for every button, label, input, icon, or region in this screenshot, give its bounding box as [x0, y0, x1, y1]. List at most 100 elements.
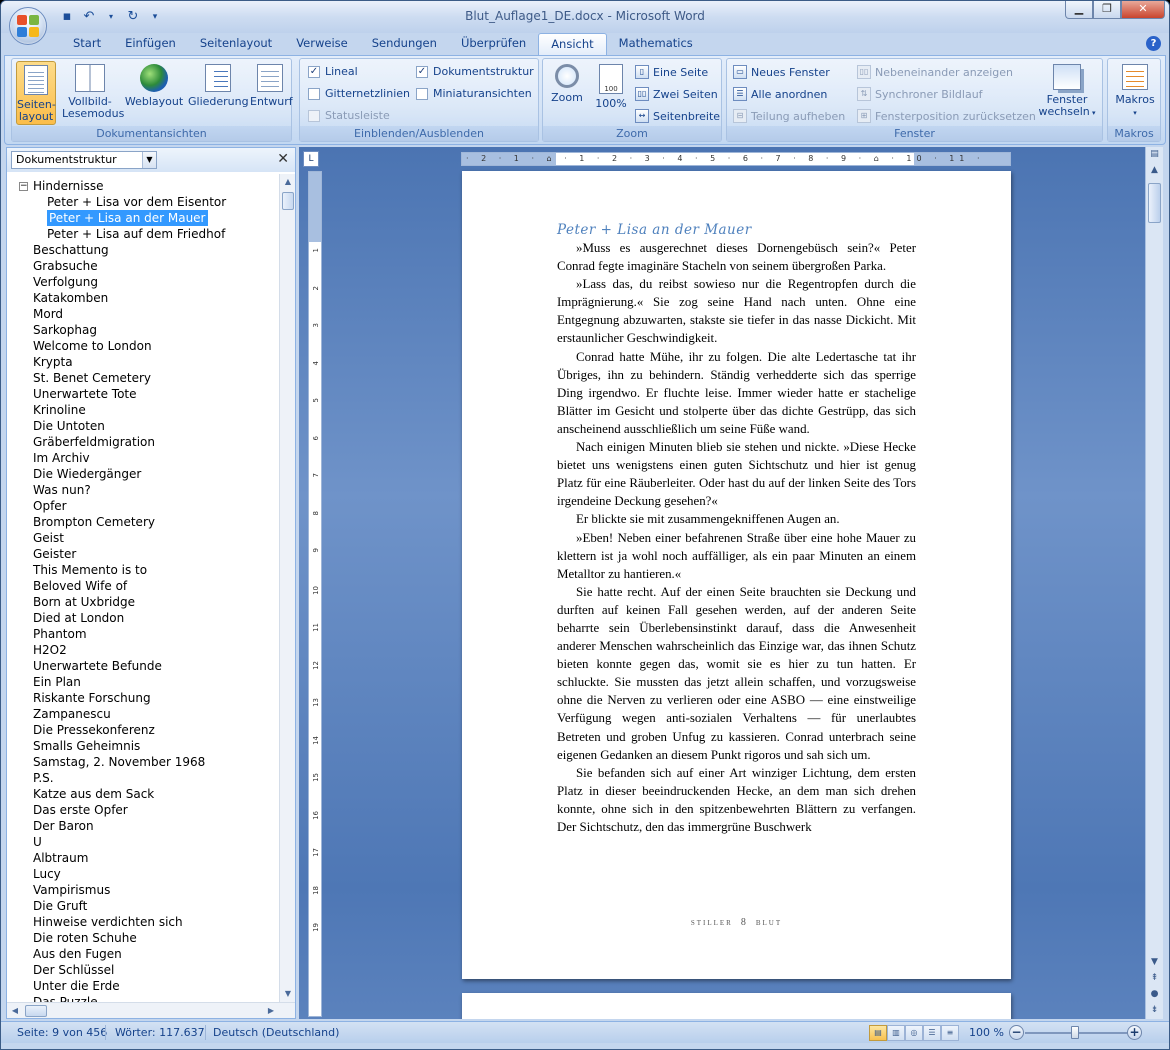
tab-verweise[interactable]: Verweise: [284, 33, 360, 55]
tree-item-heading[interactable]: Das erste Opfer: [33, 802, 128, 818]
document-page[interactable]: Peter + Lisa an der Mauer »Muss es ausge…: [462, 171, 1011, 979]
scroll-thumb[interactable]: [282, 192, 294, 210]
zoom-slider-knob[interactable]: [1071, 1026, 1079, 1039]
tree-item-heading[interactable]: Vampirismus: [33, 882, 110, 898]
tree-item-heading[interactable]: Unter die Erde: [33, 978, 120, 994]
document-vertical-scrollbar[interactable]: ▤ ▲ ▼ ⇞ ● ⇟: [1145, 147, 1163, 1019]
paragraph[interactable]: Er blickte sie mit zusammengekniffenen A…: [557, 510, 916, 528]
reading-view-icon[interactable]: ▥: [887, 1025, 905, 1041]
new-window-button[interactable]: ▭ Neues Fenster: [733, 65, 830, 79]
tree-item-heading[interactable]: Riskante Forschung: [33, 690, 151, 706]
next-page[interactable]: [462, 993, 1011, 1019]
scroll-right-icon[interactable]: ▶: [263, 1003, 279, 1019]
vertical-ruler[interactable]: 1 2 3 4 5 6 7 8 9 10 11 12 13 14 15 16 17 18 19: [308, 171, 322, 1017]
view-ruler-toggle-icon[interactable]: ▤: [1146, 147, 1163, 162]
tree-item-heading[interactable]: Hindernisse: [33, 178, 104, 194]
tree-item-heading[interactable]: Lucy: [33, 866, 61, 882]
browse-object-icon[interactable]: ●: [1146, 987, 1163, 1002]
chapter-heading[interactable]: Peter + Lisa an der Mauer: [557, 222, 752, 238]
zoom-in-icon[interactable]: +: [1127, 1025, 1142, 1040]
tree-item-heading[interactable]: Welcome to London: [33, 338, 152, 354]
zoom-out-icon[interactable]: −: [1009, 1025, 1024, 1040]
tree-item-heading[interactable]: Was nun?: [33, 482, 91, 498]
tab-ansicht[interactable]: Ansicht: [538, 33, 607, 55]
horizontal-scroll-thumb[interactable]: [25, 1005, 47, 1017]
tree-item-heading[interactable]: Phantom: [33, 626, 87, 642]
tree-item-heading[interactable]: Aus den Fugen: [33, 946, 122, 962]
tree-item-heading[interactable]: Died at London: [33, 610, 124, 626]
word-count[interactable]: Wörter: 117.637: [115, 1026, 205, 1039]
tree-item-heading[interactable]: Die roten Schuhe: [33, 930, 137, 946]
tree-item-heading[interactable]: Smalls Geheimnis: [33, 738, 140, 754]
scroll-up-icon[interactable]: ▲: [280, 174, 296, 190]
close-button[interactable]: ✕: [1121, 1, 1165, 19]
outline-view-icon[interactable]: ☰: [923, 1025, 941, 1041]
thumbnails-checkbox[interactable]: Miniaturansichten: [416, 87, 532, 100]
pane-horizontal-scrollbar[interactable]: ◀ ▶: [7, 1002, 295, 1018]
next-page-icon[interactable]: ⇟: [1146, 1003, 1163, 1018]
tree-item-heading[interactable]: Born at Uxbridge: [33, 594, 135, 610]
tree-item-heading[interactable]: Mord: [33, 306, 63, 322]
tree-item-heading[interactable]: Die Untoten: [33, 418, 105, 434]
pane-type-select[interactable]: Dokumentstruktur ▼: [11, 151, 157, 169]
tree-item-heading[interactable]: H2O2: [33, 642, 67, 658]
outline-button[interactable]: Gliederung: [188, 61, 249, 125]
scroll-down-icon[interactable]: ▼: [1146, 955, 1163, 970]
pane-vertical-scrollbar[interactable]: ▲ ▼: [279, 174, 295, 1002]
draft-view-icon[interactable]: ≡: [941, 1025, 959, 1041]
paragraph[interactable]: Sie hatte recht. Auf der einen Seite bra…: [557, 583, 916, 764]
tab-selector-icon[interactable]: L: [303, 151, 319, 167]
tree-item-heading[interactable]: Krinoline: [33, 402, 86, 418]
switch-windows-button[interactable]: Fenster wechseln ▾: [1037, 61, 1097, 125]
tab-sendungen[interactable]: Sendungen: [360, 33, 449, 55]
minimize-button[interactable]: ▁: [1065, 1, 1093, 19]
tree-item-heading[interactable]: Ein Plan: [33, 674, 81, 690]
paragraph[interactable]: »Lass das, du reibst sowieso nur die Reg…: [557, 275, 916, 347]
paragraph[interactable]: »Eben! Neben einer befahrenen Straße übe…: [557, 529, 916, 583]
tree-item-heading[interactable]: Geister: [33, 546, 76, 562]
tree-item-heading[interactable]: Unerwartete Befunde: [33, 658, 162, 674]
two-pages-button[interactable]: ▯▯ Zwei Seiten: [635, 87, 718, 101]
tree-item-heading[interactable]: Hinweise verdichten sich: [33, 914, 183, 930]
document-body[interactable]: »Muss es ausgerechnet dieses Dornengebüs…: [557, 239, 916, 836]
tree-item-heading[interactable]: Im Archiv: [33, 450, 90, 466]
print-layout-view-icon[interactable]: ▤: [869, 1025, 887, 1041]
tree-item-heading[interactable]: Opfer: [33, 498, 67, 514]
tree-item-heading[interactable]: St. Benet Cemetery: [33, 370, 151, 386]
tab-einfügen[interactable]: Einfügen: [113, 33, 188, 55]
scroll-left-icon[interactable]: ◀: [7, 1003, 23, 1019]
draft-button[interactable]: Entwurf: [250, 61, 293, 125]
zoom-level[interactable]: 100 %: [969, 1026, 1004, 1039]
zoom-button[interactable]: Zoom: [547, 61, 587, 125]
tree-item-heading[interactable]: Krypta: [33, 354, 73, 370]
tree-item-heading[interactable]: Geist: [33, 530, 64, 546]
paragraph[interactable]: Sie befanden sich auf einer Art winziger…: [557, 764, 916, 836]
zoom-100-button[interactable]: 100 100%: [591, 61, 631, 125]
tree-item-heading[interactable]: P.S.: [33, 770, 54, 786]
horizontal-ruler[interactable]: · 2 · 1 · ⌂ · 1 · 2 · 3 · 4 · 5 · 6 · 7 …: [461, 152, 1011, 166]
tree-item-heading[interactable]: Verfolgung: [33, 274, 98, 290]
scroll-down-icon[interactable]: ▼: [280, 986, 296, 1002]
previous-page-icon[interactable]: ⇞: [1146, 971, 1163, 986]
one-page-button[interactable]: ▯ Eine Seite: [635, 65, 708, 79]
tree-item-heading[interactable]: Die Wiedergänger: [33, 466, 141, 482]
tree-item-heading[interactable]: Sarkophag: [33, 322, 97, 338]
maximize-button[interactable]: ❐: [1093, 1, 1121, 19]
tree-item-heading[interactable]: Das Puzzle: [33, 994, 98, 1002]
print-layout-button[interactable]: Seiten- layout: [16, 61, 56, 125]
web-view-icon[interactable]: ◎: [905, 1025, 923, 1041]
tree-item-heading[interactable]: Der Schlüssel: [33, 962, 114, 978]
tree-item-heading[interactable]: Beloved Wife of: [33, 578, 127, 594]
ruler-checkbox[interactable]: ✓ Lineal: [308, 65, 358, 78]
paragraph[interactable]: Conrad hatte Mühe, ihr zu folgen. Die al…: [557, 348, 916, 438]
tab-start[interactable]: Start: [61, 33, 113, 55]
page-count[interactable]: Seite: 9 von 456: [17, 1026, 107, 1039]
tree-item-heading[interactable]: Die Gruft: [33, 898, 87, 914]
scroll-up-icon[interactable]: ▲: [1146, 163, 1163, 178]
gridlines-checkbox[interactable]: Gitternetzlinien: [308, 87, 410, 100]
tree-item-heading[interactable]: Katze aus dem Sack: [33, 786, 154, 802]
tree-item-heading[interactable]: Die Pressekonferenz: [33, 722, 155, 738]
web-layout-button[interactable]: Weblayout: [124, 61, 184, 125]
tree-item-heading[interactable]: Albtraum: [33, 850, 88, 866]
paragraph[interactable]: Nach einigen Minuten blieb sie stehen un…: [557, 438, 916, 510]
